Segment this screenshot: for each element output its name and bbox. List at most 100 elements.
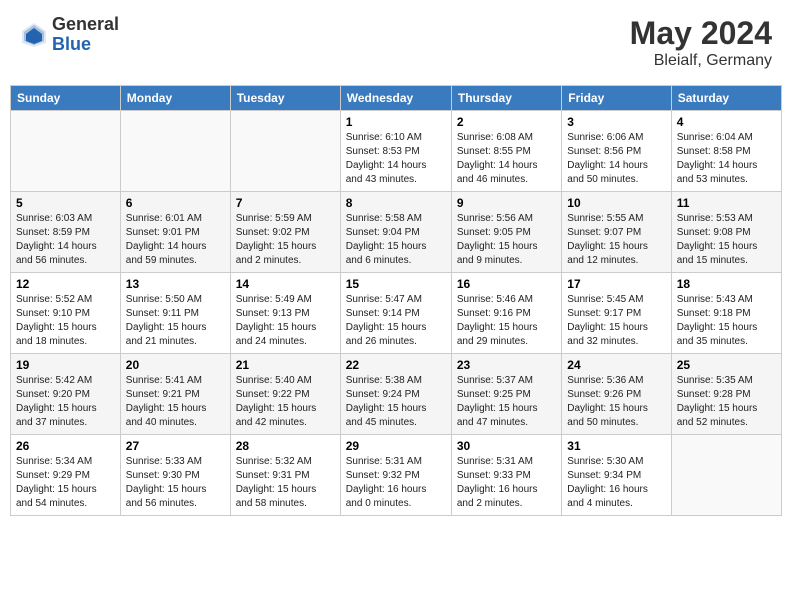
- day-info: Sunrise: 5:46 AMSunset: 9:16 PMDaylight:…: [457, 293, 556, 349]
- weekday-header-row: SundayMondayTuesdayWednesdayThursdayFrid…: [11, 86, 782, 111]
- calendar-cell: 17 Sunrise: 5:45 AMSunset: 9:17 PMDayligh…: [562, 273, 671, 354]
- day-info: Sunrise: 5:33 AMSunset: 9:30 PMDaylight:…: [126, 455, 225, 511]
- day-info: Sunrise: 6:06 AMSunset: 8:56 PMDaylight:…: [567, 131, 665, 187]
- day-info: Sunrise: 6:03 AMSunset: 8:59 PMDaylight:…: [16, 212, 115, 268]
- day-number: 9: [457, 196, 556, 210]
- day-info: Sunrise: 5:52 AMSunset: 9:10 PMDaylight:…: [16, 293, 115, 349]
- day-info: Sunrise: 5:31 AMSunset: 9:32 PMDaylight:…: [346, 455, 446, 511]
- calendar-cell: 19 Sunrise: 5:42 AMSunset: 9:20 PMDayligh…: [11, 354, 121, 435]
- calendar-cell: 18Sunrise: 5:43 AMSunset: 9:18 PMDayligh…: [671, 273, 781, 354]
- calendar-cell: 7Sunrise: 5:59 AMSunset: 9:02 PMDaylight…: [230, 192, 340, 273]
- weekday-header: Monday: [120, 86, 230, 111]
- calendar-cell: 15 Sunrise: 5:47 AMSunset: 9:14 PMDayligh…: [340, 273, 451, 354]
- day-info: Sunrise: 5:42 AMSunset: 9:20 PMDaylight:…: [16, 374, 115, 430]
- calendar-cell: 23 Sunrise: 5:37 AMSunset: 9:25 PMDayligh…: [451, 354, 561, 435]
- day-info: Sunrise: 5:59 AMSunset: 9:02 PMDaylight:…: [236, 212, 335, 268]
- logo-blue-text: Blue: [52, 35, 119, 55]
- day-number: 5: [16, 196, 115, 210]
- logo-text: General Blue: [52, 15, 119, 55]
- calendar-week-row: 1 Sunrise: 6:10 AMSunset: 8:53 PMDaylight…: [11, 111, 782, 192]
- day-info: Sunrise: 5:53 AMSunset: 9:08 PMDaylight:…: [677, 212, 776, 268]
- calendar-cell: 10Sunrise: 5:55 AMSunset: 9:07 PMDayligh…: [562, 192, 671, 273]
- calendar-week-row: 5 Sunrise: 6:03 AMSunset: 8:59 PMDaylight…: [11, 192, 782, 273]
- calendar-cell: 28Sunrise: 5:32 AMSunset: 9:31 PMDayligh…: [230, 435, 340, 516]
- calendar-cell: 9 Sunrise: 5:56 AMSunset: 9:05 PMDaylight…: [451, 192, 561, 273]
- calendar-cell: 31 Sunrise: 5:30 AMSunset: 9:34 PMDayligh…: [562, 435, 671, 516]
- day-number: 23: [457, 358, 556, 372]
- day-info: Sunrise: 6:10 AMSunset: 8:53 PMDaylight:…: [346, 131, 446, 187]
- day-info: Sunrise: 5:34 AMSunset: 9:29 PMDaylight:…: [16, 455, 115, 511]
- day-info: Sunrise: 5:40 AMSunset: 9:22 PMDaylight:…: [236, 374, 335, 430]
- logo-general-text: General: [52, 15, 119, 35]
- day-number: 17: [567, 277, 665, 291]
- day-info: Sunrise: 5:45 AMSunset: 9:17 PMDaylight:…: [567, 293, 665, 349]
- calendar-cell: 25 Sunrise: 5:35 AMSunset: 9:28 PMDayligh…: [671, 354, 781, 435]
- calendar-week-row: 12 Sunrise: 5:52 AMSunset: 9:10 PMDayligh…: [11, 273, 782, 354]
- weekday-header: Saturday: [671, 86, 781, 111]
- day-number: 19: [16, 358, 115, 372]
- day-number: 31: [567, 439, 665, 453]
- day-number: 3: [567, 115, 665, 129]
- day-info: Sunrise: 5:56 AMSunset: 9:05 PMDaylight:…: [457, 212, 556, 268]
- day-number: 20: [126, 358, 225, 372]
- title-block: May 2024 Bleialf, Germany: [630, 15, 772, 70]
- day-number: 2: [457, 115, 556, 129]
- day-info: Sunrise: 5:38 AMSunset: 9:24 PMDaylight:…: [346, 374, 446, 430]
- day-number: 6: [126, 196, 225, 210]
- calendar-title: May 2024: [630, 15, 772, 52]
- day-info: Sunrise: 6:01 AMSunset: 9:01 PMDaylight:…: [126, 212, 225, 268]
- calendar-location: Bleialf, Germany: [630, 52, 772, 70]
- calendar-cell: 3 Sunrise: 6:06 AMSunset: 8:56 PMDaylight…: [562, 111, 671, 192]
- logo: General Blue: [20, 15, 119, 55]
- day-number: 22: [346, 358, 446, 372]
- day-number: 28: [236, 439, 335, 453]
- day-number: 11: [677, 196, 776, 210]
- calendar-cell: 27 Sunrise: 5:33 AMSunset: 9:30 PMDayligh…: [120, 435, 230, 516]
- calendar-cell: [120, 111, 230, 192]
- calendar-cell: 14Sunrise: 5:49 AMSunset: 9:13 PMDayligh…: [230, 273, 340, 354]
- day-number: 13: [126, 277, 225, 291]
- day-info: Sunrise: 5:30 AMSunset: 9:34 PMDaylight:…: [567, 455, 665, 511]
- logo-icon: [20, 21, 48, 49]
- day-number: 30: [457, 439, 556, 453]
- day-number: 4: [677, 115, 776, 129]
- day-info: Sunrise: 5:37 AMSunset: 9:25 PMDaylight:…: [457, 374, 556, 430]
- day-info: Sunrise: 5:35 AMSunset: 9:28 PMDaylight:…: [677, 374, 776, 430]
- day-number: 16: [457, 277, 556, 291]
- day-number: 18: [677, 277, 776, 291]
- calendar-cell: 22 Sunrise: 5:38 AMSunset: 9:24 PMDayligh…: [340, 354, 451, 435]
- weekday-header: Wednesday: [340, 86, 451, 111]
- day-info: Sunrise: 6:08 AMSunset: 8:55 PMDaylight:…: [457, 131, 556, 187]
- calendar-cell: 21 Sunrise: 5:40 AMSunset: 9:22 PMDayligh…: [230, 354, 340, 435]
- calendar-cell: 13 Sunrise: 5:50 AMSunset: 9:11 PMDayligh…: [120, 273, 230, 354]
- day-info: Sunrise: 5:31 AMSunset: 9:33 PMDaylight:…: [457, 455, 556, 511]
- day-number: 10: [567, 196, 665, 210]
- weekday-header: Thursday: [451, 86, 561, 111]
- weekday-header: Tuesday: [230, 86, 340, 111]
- day-info: Sunrise: 5:58 AMSunset: 9:04 PMDaylight:…: [346, 212, 446, 268]
- day-info: Sunrise: 5:47 AMSunset: 9:14 PMDaylight:…: [346, 293, 446, 349]
- calendar-cell: 12 Sunrise: 5:52 AMSunset: 9:10 PMDayligh…: [11, 273, 121, 354]
- day-number: 12: [16, 277, 115, 291]
- day-info: Sunrise: 6:04 AMSunset: 8:58 PMDaylight:…: [677, 131, 776, 187]
- calendar-cell: [230, 111, 340, 192]
- day-number: 29: [346, 439, 446, 453]
- calendar-cell: 16 Sunrise: 5:46 AMSunset: 9:16 PMDayligh…: [451, 273, 561, 354]
- header: General Blue May 2024 Bleialf, Germany: [10, 10, 782, 75]
- day-number: 21: [236, 358, 335, 372]
- day-number: 27: [126, 439, 225, 453]
- calendar-cell: 29 Sunrise: 5:31 AMSunset: 9:32 PMDayligh…: [340, 435, 451, 516]
- day-number: 25: [677, 358, 776, 372]
- calendar-cell: 24Sunrise: 5:36 AMSunset: 9:26 PMDayligh…: [562, 354, 671, 435]
- calendar-cell: 26Sunrise: 5:34 AMSunset: 9:29 PMDayligh…: [11, 435, 121, 516]
- day-number: 1: [346, 115, 446, 129]
- calendar-cell: 8Sunrise: 5:58 AMSunset: 9:04 PMDaylight…: [340, 192, 451, 273]
- weekday-header: Sunday: [11, 86, 121, 111]
- calendar-cell: 5 Sunrise: 6:03 AMSunset: 8:59 PMDaylight…: [11, 192, 121, 273]
- day-number: 15: [346, 277, 446, 291]
- calendar-cell: 30 Sunrise: 5:31 AMSunset: 9:33 PMDayligh…: [451, 435, 561, 516]
- day-info: Sunrise: 5:41 AMSunset: 9:21 PMDaylight:…: [126, 374, 225, 430]
- calendar-table: SundayMondayTuesdayWednesdayThursdayFrid…: [10, 85, 782, 516]
- day-info: Sunrise: 5:36 AMSunset: 9:26 PMDaylight:…: [567, 374, 665, 430]
- day-info: Sunrise: 5:50 AMSunset: 9:11 PMDaylight:…: [126, 293, 225, 349]
